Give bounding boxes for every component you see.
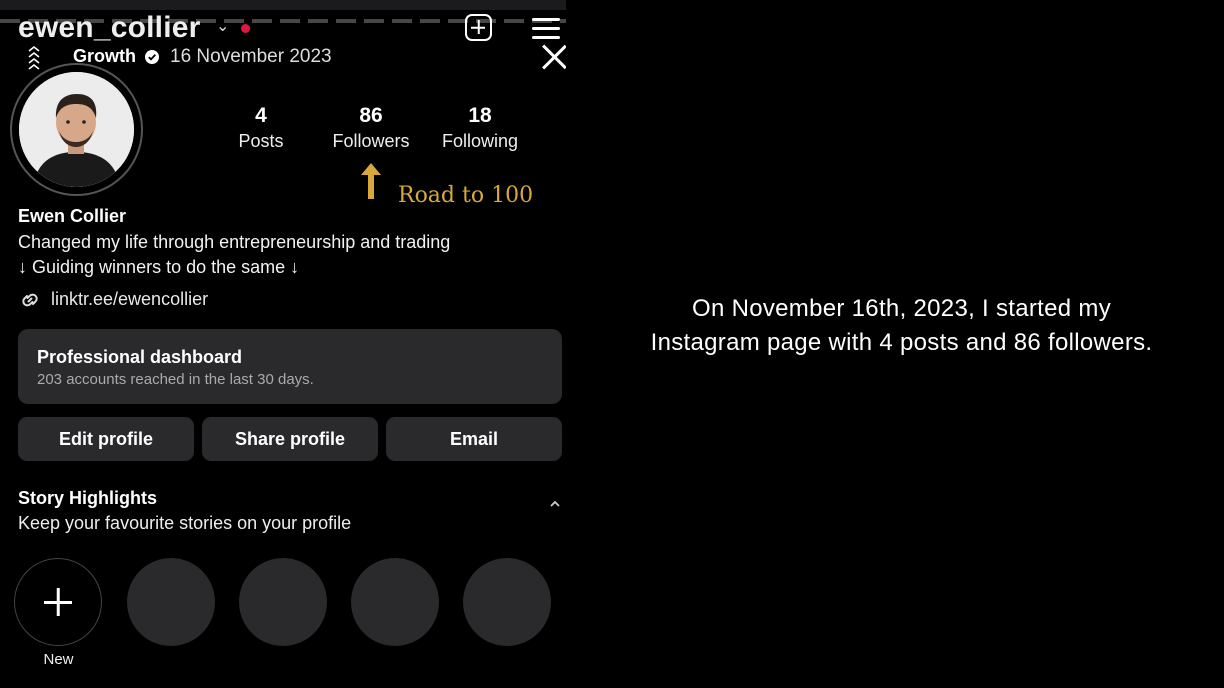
highlight-date: 16 November 2023: [170, 46, 332, 67]
close-icon[interactable]: [540, 43, 566, 71]
share-profile-button[interactable]: Share profile: [202, 417, 378, 461]
caption-text: On November 16th, 2023, I started my Ins…: [650, 295, 1153, 356]
posts-count: 4: [255, 104, 267, 127]
dashboard-title: Professional dashboard: [37, 347, 243, 367]
stat-following[interactable]: 18 Following: [434, 104, 526, 154]
notification-dot: [241, 24, 250, 33]
gold-arrow-up-icon: [359, 162, 383, 200]
dashboard-subtitle: 203 accounts reached in the last 30 days…: [37, 371, 314, 388]
bio-line-2: ↓ Guiding winners to do the same ↓: [18, 257, 300, 277]
highlight-placeholder: [463, 558, 551, 646]
verified-badge-icon: [145, 50, 159, 64]
triple-chevron-up-icon[interactable]: [26, 44, 42, 70]
email-button[interactable]: Email: [386, 417, 562, 461]
following-count: 18: [468, 104, 492, 127]
account-switch-chevron-icon[interactable]: ⌄: [216, 16, 229, 36]
profile-avatar[interactable]: [19, 72, 134, 187]
highlight-placeholder: [127, 558, 215, 646]
profile-username[interactable]: ewen_collier: [18, 10, 201, 46]
bio-line-1: Changed my life through entrepreneurship…: [18, 232, 451, 252]
profile-name: Ewen Collier: [18, 206, 127, 226]
posts-label: Posts: [238, 131, 284, 151]
story-highlights-title: Story Highlights: [18, 488, 157, 508]
hamburger-menu-icon[interactable]: [532, 18, 560, 40]
chevron-up-icon[interactable]: [548, 496, 562, 507]
new-highlight-label: New: [43, 651, 74, 668]
stat-followers[interactable]: 86 Followers: [325, 104, 417, 154]
professional-dashboard-card[interactable]: Professional dashboard 203 accounts reac…: [18, 329, 562, 404]
highlight-placeholder: [351, 558, 439, 646]
highlight-placeholder: [239, 558, 327, 646]
create-post-icon[interactable]: [465, 14, 492, 41]
story-highlights-subtitle: Keep your favourite stories on your prof…: [18, 513, 352, 533]
instagram-profile-screen: ewen_collier ⌄ Growth 16 November 2023 4…: [0, 0, 566, 688]
edit-profile-button[interactable]: Edit profile: [18, 417, 194, 461]
new-highlight-button[interactable]: [14, 558, 102, 646]
profile-link[interactable]: linktr.ee/ewencollier: [51, 289, 208, 310]
status-bar-strip: [0, 0, 566, 10]
followers-label: Followers: [332, 131, 410, 151]
stat-posts[interactable]: 4 Posts: [233, 104, 289, 154]
road-to-100-annotation: Road to 100: [398, 183, 534, 208]
followers-count: 86: [359, 104, 383, 127]
following-label: Following: [441, 131, 519, 151]
link-icon: [18, 288, 42, 312]
